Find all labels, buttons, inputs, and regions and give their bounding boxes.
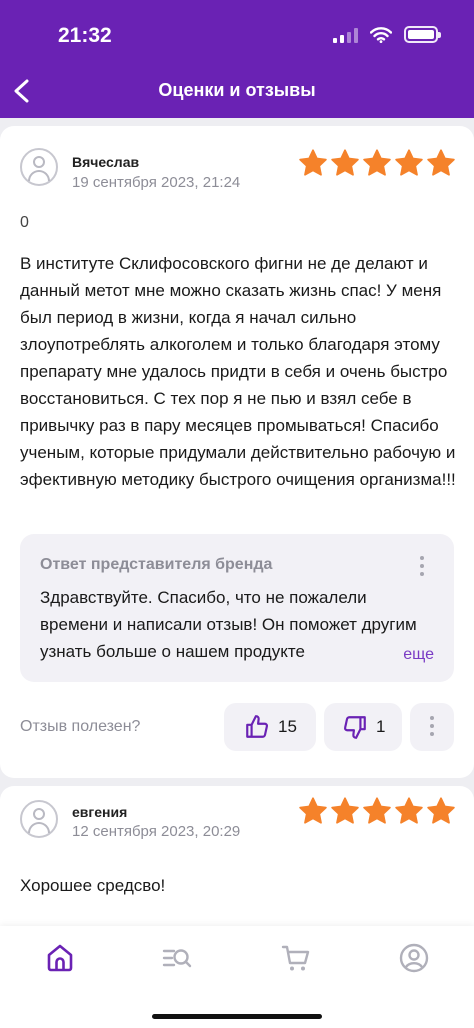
star-icon xyxy=(395,797,423,824)
wifi-icon xyxy=(370,26,392,43)
star-icon xyxy=(427,797,455,824)
page-title: Оценки и отзывы xyxy=(158,80,316,100)
thumbs-down-icon xyxy=(344,716,366,739)
top-app-bar: 21:32 Оценки и отзывы xyxy=(0,0,474,118)
brand-reply: Ответ представителя бренда Здравствуйте.… xyxy=(20,534,454,682)
review-text: Хорошее средсво! xyxy=(20,876,166,895)
star-icon xyxy=(427,149,455,176)
review-author: евгения xyxy=(72,804,128,820)
rating-stars xyxy=(298,148,456,178)
status-icons xyxy=(333,26,441,43)
dislike-count: 1 xyxy=(376,717,386,736)
review-card: Вячеслав 19 сентября 2023, 21:24 0 В инс… xyxy=(0,126,474,778)
rating-stars xyxy=(298,796,456,826)
star-icon xyxy=(299,797,327,824)
avatar xyxy=(20,800,58,838)
star-icon xyxy=(363,797,391,824)
home-icon[interactable] xyxy=(44,942,76,974)
thumbs-up-icon xyxy=(246,715,268,738)
review-more-options-button[interactable] xyxy=(410,703,454,751)
cellular-signal-icon xyxy=(333,27,358,43)
helpful-prompt: Отзыв полезен? xyxy=(20,718,141,735)
star-icon xyxy=(331,797,359,824)
review-text: В институте Склифосовского фигни не де д… xyxy=(20,254,456,489)
star-icon xyxy=(363,149,391,176)
review-date: 12 сентября 2023, 20:29 xyxy=(72,823,241,840)
review-author: Вячеслав xyxy=(72,154,140,170)
bottom-tab-bar xyxy=(0,926,474,1028)
star-icon xyxy=(331,149,359,176)
more-options-icon xyxy=(430,716,434,736)
status-time: 21:32 xyxy=(58,24,112,47)
review-date: 19 сентября 2023, 21:24 xyxy=(72,174,241,191)
reply-more-options-icon[interactable] xyxy=(420,556,424,576)
star-icon xyxy=(299,149,327,176)
battery-icon xyxy=(404,26,441,43)
avatar xyxy=(20,148,58,186)
review-extra-line: 0 xyxy=(20,214,29,231)
home-indicator xyxy=(152,1014,322,1019)
dislike-button[interactable]: 1 xyxy=(324,703,402,751)
like-button[interactable]: 15 xyxy=(224,703,316,751)
profile-icon[interactable] xyxy=(398,942,430,974)
brand-reply-text: Здравствуйте. Спасибо, что не пожалели в… xyxy=(40,588,417,661)
cart-icon[interactable] xyxy=(280,942,312,974)
brand-reply-title: Ответ представителя бренда xyxy=(40,556,273,573)
catalog-search-icon[interactable] xyxy=(161,942,193,974)
like-count: 15 xyxy=(278,717,297,736)
reply-read-more-link[interactable]: еще xyxy=(385,646,434,664)
star-icon xyxy=(395,149,423,176)
